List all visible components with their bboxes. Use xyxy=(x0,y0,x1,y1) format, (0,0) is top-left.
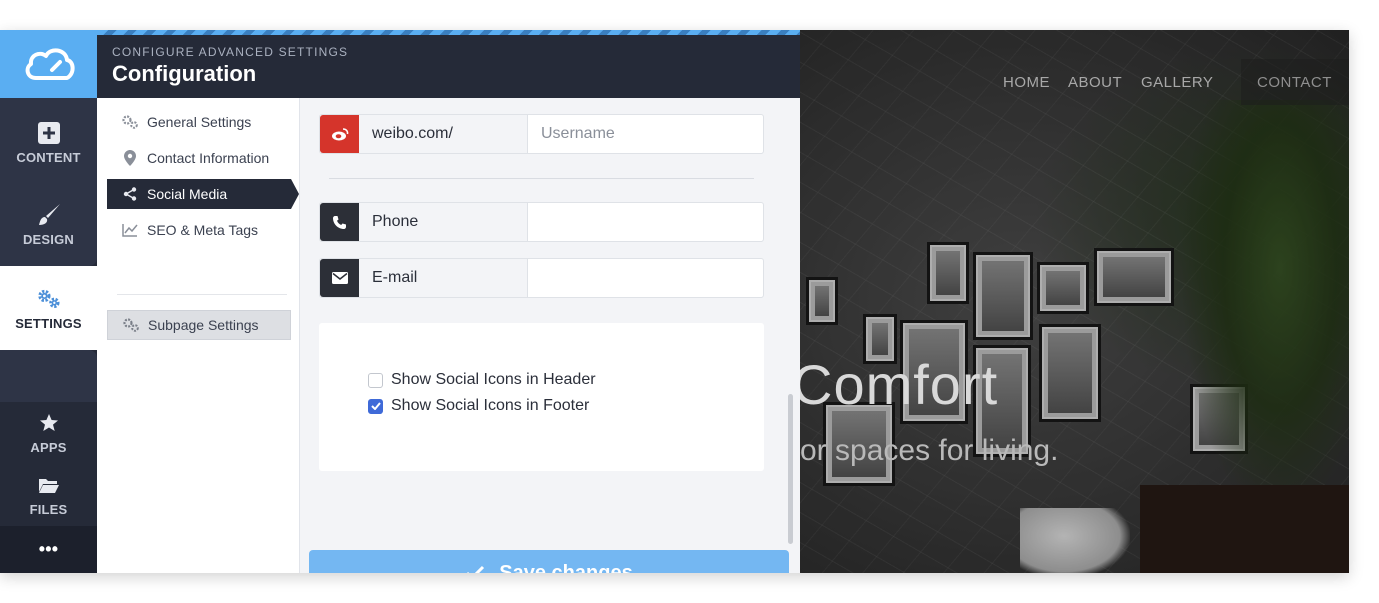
share-icon xyxy=(121,187,139,201)
phone-input[interactable] xyxy=(528,203,763,241)
subnav-item-contact-information[interactable]: Contact Information xyxy=(107,143,291,173)
check-icon xyxy=(370,402,381,410)
logo[interactable] xyxy=(0,30,97,98)
main-rail: CONTENT DESIGN SETTINGS APPS FILES ••• xyxy=(0,30,97,573)
preview-nav-home[interactable]: HOME xyxy=(1003,74,1050,91)
cloud-logo-icon xyxy=(25,48,75,80)
rail-design[interactable]: DESIGN xyxy=(0,182,97,266)
preview-nav-contact[interactable]: CONTACT xyxy=(1241,59,1349,105)
rail-settings[interactable]: SETTINGS xyxy=(0,266,97,350)
map-pin-icon xyxy=(121,150,139,166)
star-icon xyxy=(36,410,62,436)
subnav-label: General Settings xyxy=(147,114,252,130)
email-field: E-mail xyxy=(319,258,764,298)
form-scrollbar[interactable] xyxy=(788,394,793,544)
footer-icons-checkbox[interactable]: Show Social Icons in Footer xyxy=(368,397,589,415)
header-icons-label: Show Social Icons in Header xyxy=(391,371,596,388)
email-input[interactable] xyxy=(528,259,763,297)
phone-icon xyxy=(320,203,359,241)
rail-spacer xyxy=(0,350,97,402)
rail-files-label: FILES xyxy=(29,502,68,517)
gears-icon xyxy=(36,286,62,312)
preview-hero-title: Comfort xyxy=(800,353,999,416)
preview-overlay xyxy=(800,30,1349,573)
subnav-label: SEO & Meta Tags xyxy=(147,222,259,238)
rail-apps-label: APPS xyxy=(30,440,67,455)
app-window: CONTENT DESIGN SETTINGS APPS FILES ••• C… xyxy=(0,30,1349,573)
save-changes-button[interactable]: Save changes xyxy=(309,550,789,573)
subnav-item-subpage-settings[interactable]: Subpage Settings xyxy=(107,310,291,340)
preview-hero-subtitle: or spaces for living. xyxy=(800,434,1059,467)
panel-header: CONFIGURE ADVANCED SETTINGS Configuratio… xyxy=(97,35,800,98)
preview-nav-about[interactable]: ABOUT xyxy=(1068,74,1122,91)
subnav-label: Contact Information xyxy=(147,150,270,166)
page-title: Configuration xyxy=(112,61,257,86)
subnav-item-general-settings[interactable]: General Settings xyxy=(107,107,291,137)
checkbox-checked[interactable] xyxy=(368,398,383,414)
header-subtitle: CONFIGURE ADVANCED SETTINGS xyxy=(112,45,349,59)
website-preview: HOME ABOUT GALLERY CONTACT Comfort or sp… xyxy=(800,30,1349,573)
subnav-item-seo-meta-tags[interactable]: SEO & Meta Tags xyxy=(107,215,291,245)
subnav-label: Subpage Settings xyxy=(148,317,259,333)
checkbox-unchecked[interactable] xyxy=(368,372,383,388)
rail-content[interactable]: CONTENT xyxy=(0,98,97,182)
footer-icons-label: Show Social Icons in Footer xyxy=(391,397,590,414)
subnav-item-social-media[interactable]: Social Media xyxy=(107,179,299,209)
more-icon: ••• xyxy=(38,539,59,559)
envelope-icon xyxy=(320,259,359,297)
check-icon xyxy=(467,565,485,573)
rail-files[interactable]: FILES xyxy=(0,464,97,526)
subnav-divider xyxy=(117,294,287,295)
folder-icon xyxy=(36,472,62,498)
save-changes-label: Save changes xyxy=(499,561,633,574)
weibo-username-input[interactable] xyxy=(528,115,763,153)
weibo-icon xyxy=(320,115,359,153)
subnav-label: Social Media xyxy=(147,186,228,202)
phone-label: Phone xyxy=(359,203,528,241)
settings-subnav: General Settings Contact Information Soc… xyxy=(97,98,300,573)
phone-field: Phone xyxy=(319,202,764,242)
preview-nav-contact-label: CONTACT xyxy=(1257,73,1332,91)
gears-icon xyxy=(122,318,140,332)
weibo-prefix-label: weibo.com/ xyxy=(359,115,528,153)
social-icons-options: Show Social Icons in Header Show Social … xyxy=(319,323,764,471)
plus-square-icon xyxy=(36,120,62,146)
rail-design-label: DESIGN xyxy=(22,232,75,247)
line-chart-icon xyxy=(121,223,139,237)
rail-content-label: CONTENT xyxy=(16,150,81,165)
header-icons-checkbox[interactable]: Show Social Icons in Header xyxy=(368,371,596,389)
rail-settings-label: SETTINGS xyxy=(15,316,82,331)
more-menu-button[interactable]: ••• xyxy=(0,526,97,573)
weibo-field: weibo.com/ xyxy=(319,114,764,154)
section-divider xyxy=(329,178,754,179)
gears-icon xyxy=(121,115,139,129)
preview-nav-gallery[interactable]: GALLERY xyxy=(1141,74,1213,91)
email-label: E-mail xyxy=(359,259,528,297)
rail-apps[interactable]: APPS xyxy=(0,402,97,464)
brush-icon xyxy=(36,202,62,228)
social-media-form: weibo.com/ Phone E-mail Show Social Icon… xyxy=(300,98,800,573)
